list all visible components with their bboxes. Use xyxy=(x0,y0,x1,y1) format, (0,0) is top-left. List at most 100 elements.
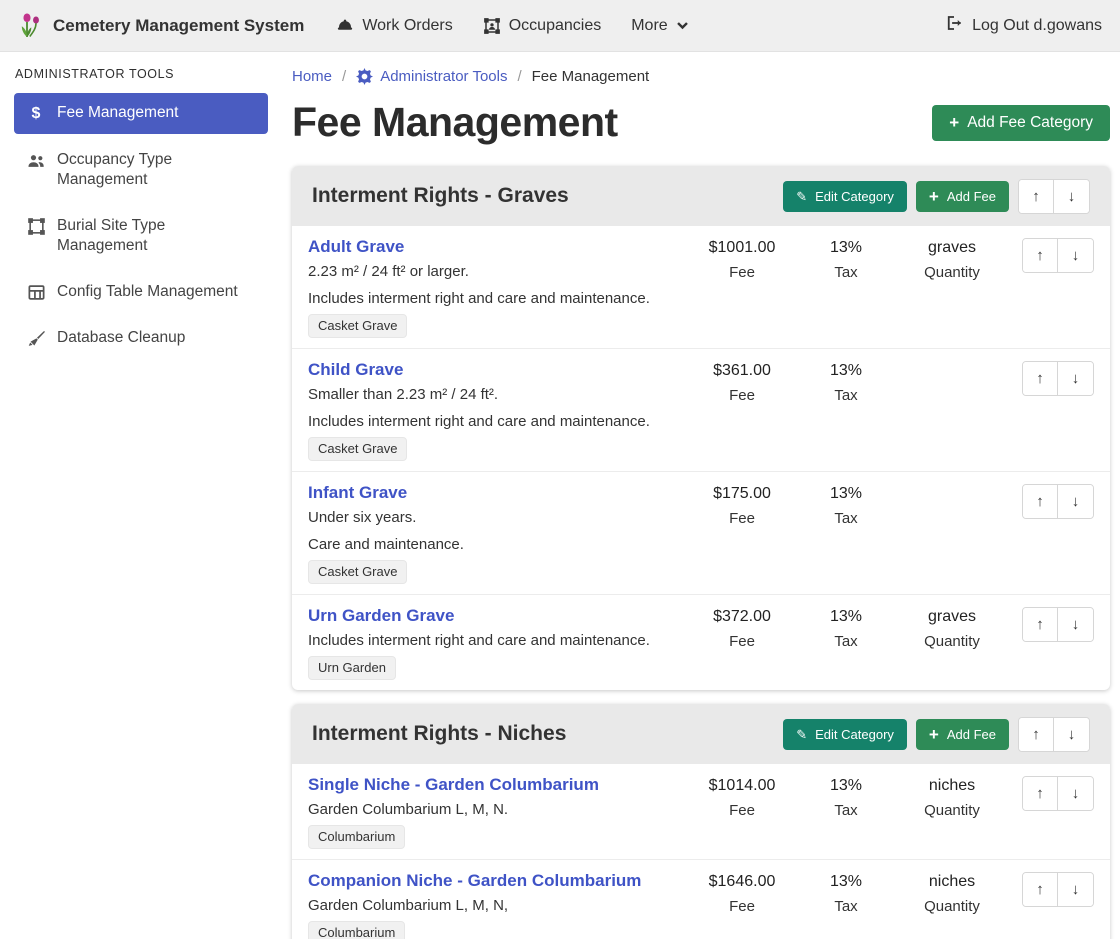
sidebar-item-burial-site-type-management[interactable]: Burial Site Type Management xyxy=(14,206,268,266)
fee-type-badge: Casket Grave xyxy=(308,437,407,461)
fee-amount-column: $1014.00 Fee xyxy=(686,774,798,849)
fee-quantity-value: graves xyxy=(894,237,1010,258)
sidebar-item-label: Database Cleanup xyxy=(57,328,185,348)
nav-label: More xyxy=(631,17,667,35)
sidebar-item-occupancy-type-management[interactable]: Occupancy Type Management xyxy=(14,140,268,200)
move-fee-down-button[interactable]: ↓ xyxy=(1058,873,1093,906)
fee-row: Single Niche - Garden Columbarium Garden… xyxy=(292,764,1110,859)
fee-quantity-value: niches xyxy=(894,775,1010,796)
fee-tax-value: 13% xyxy=(798,775,894,796)
plus-icon: + xyxy=(929,728,939,741)
fee-quantity-column: graves Quantity xyxy=(894,605,1010,680)
category-header: Interment Rights - Niches ✎ Edit Categor… xyxy=(292,704,1110,764)
breadcrumb-separator: / xyxy=(517,68,521,85)
chevron-down-icon xyxy=(676,19,689,32)
fee-amount-value: $1014.00 xyxy=(686,775,798,796)
top-navbar: Cemetery Management System Work Orders xyxy=(0,0,1120,52)
fee-tax-label: Tax xyxy=(798,801,894,820)
fee-tax-label: Tax xyxy=(798,897,894,916)
fee-category-card: Interment Rights - Niches ✎ Edit Categor… xyxy=(292,704,1110,939)
categories: Interment Rights - Graves ✎ Edit Categor… xyxy=(292,166,1110,939)
breadcrumb-admin-tools-label: Administrator Tools xyxy=(380,68,507,85)
fee-description-line1: Smaller than 2.23 m² / 24 ft². xyxy=(308,385,686,404)
fee-quantity-column xyxy=(894,359,1010,461)
move-fee-up-button[interactable]: ↑ xyxy=(1023,777,1058,810)
nav-work-orders[interactable]: Work Orders xyxy=(336,17,452,35)
move-fee-up-button[interactable]: ↑ xyxy=(1023,239,1058,272)
fee-tax-column: 13% Tax xyxy=(798,482,894,584)
logout-icon xyxy=(945,14,963,37)
fee-amount-label: Fee xyxy=(686,801,798,820)
fee-reorder-group: ↑ ↓ xyxy=(1022,607,1094,642)
logout-button[interactable]: Log Out d.gowans xyxy=(945,14,1102,37)
move-category-up-button[interactable]: ↑ xyxy=(1019,180,1054,213)
move-category-down-button[interactable]: ↓ xyxy=(1054,180,1089,213)
fee-tax-value: 13% xyxy=(798,237,894,258)
move-fee-up-button[interactable]: ↑ xyxy=(1023,485,1058,518)
plus-icon: + xyxy=(929,190,939,203)
fee-tax-column: 13% Tax xyxy=(798,870,894,939)
gear-icon xyxy=(356,68,373,85)
pencil-icon: ✎ xyxy=(796,190,807,203)
add-fee-button[interactable]: + Add Fee xyxy=(916,181,1009,212)
move-fee-up-button[interactable]: ↑ xyxy=(1023,873,1058,906)
fee-name-link[interactable]: Single Niche - Garden Columbarium xyxy=(308,774,599,796)
fee-name-link[interactable]: Child Grave xyxy=(308,359,403,381)
move-fee-up-button[interactable]: ↑ xyxy=(1023,608,1058,641)
fee-name-link[interactable]: Adult Grave xyxy=(308,236,404,258)
fee-tax-value: 13% xyxy=(798,606,894,627)
broom-icon xyxy=(26,329,46,348)
breadcrumb-home-link[interactable]: Home xyxy=(292,68,332,85)
move-category-down-button[interactable]: ↓ xyxy=(1054,718,1089,751)
nav-label: Work Orders xyxy=(362,17,452,35)
fee-name-link[interactable]: Companion Niche - Garden Columbarium xyxy=(308,870,641,892)
fee-description-line1: Under six years. xyxy=(308,508,686,527)
fee-type-badge: Casket Grave xyxy=(308,560,407,584)
edit-category-label: Edit Category xyxy=(815,727,894,742)
fee-category-card: Interment Rights - Graves ✎ Edit Categor… xyxy=(292,166,1110,690)
portrait-frame-icon xyxy=(483,17,501,35)
fee-amount-label: Fee xyxy=(686,263,798,282)
breadcrumb-admin-tools-link[interactable]: Administrator Tools xyxy=(356,68,507,85)
sidebar-item-label: Config Table Management xyxy=(57,282,238,302)
breadcrumb-separator: / xyxy=(342,68,346,85)
move-category-up-button[interactable]: ↑ xyxy=(1019,718,1054,751)
move-fee-down-button[interactable]: ↓ xyxy=(1058,362,1093,395)
nav-occupancies[interactable]: Occupancies xyxy=(483,17,602,35)
fee-reorder-group: ↑ ↓ xyxy=(1022,238,1094,273)
fee-tax-column: 13% Tax xyxy=(798,605,894,680)
page-title: Fee Management xyxy=(292,99,618,146)
sidebar-item-config-table-management[interactable]: Config Table Management xyxy=(14,272,268,312)
fee-quantity-column xyxy=(894,482,1010,584)
move-fee-down-button[interactable]: ↓ xyxy=(1058,485,1093,518)
hard-hat-icon xyxy=(336,17,354,35)
fee-amount-value: $361.00 xyxy=(686,360,798,381)
add-fee-category-label: Add Fee Category xyxy=(967,114,1093,132)
move-fee-down-button[interactable]: ↓ xyxy=(1058,777,1093,810)
add-fee-category-button[interactable]: + Add Fee Category xyxy=(932,105,1110,141)
move-fee-up-button[interactable]: ↑ xyxy=(1023,362,1058,395)
fee-tax-column: 13% Tax xyxy=(798,359,894,461)
edit-category-button[interactable]: ✎ Edit Category xyxy=(783,181,907,212)
app-brand[interactable]: Cemetery Management System xyxy=(18,11,304,41)
fee-name-link[interactable]: Infant Grave xyxy=(308,482,407,504)
fee-name-link[interactable]: Urn Garden Grave xyxy=(308,605,454,627)
nav-more[interactable]: More xyxy=(631,17,688,35)
fee-type-badge: Columbarium xyxy=(308,825,405,849)
breadcrumb-current: Fee Management xyxy=(532,68,650,85)
dollar-icon: $ xyxy=(26,104,46,124)
add-fee-button[interactable]: + Add Fee xyxy=(916,719,1009,750)
fee-tax-label: Tax xyxy=(798,509,894,528)
fee-description-line2: Care and maintenance. xyxy=(308,535,686,554)
move-fee-down-button[interactable]: ↓ xyxy=(1058,608,1093,641)
tulips-icon xyxy=(18,11,44,41)
category-header: Interment Rights - Graves ✎ Edit Categor… xyxy=(292,166,1110,226)
sidebar-item-database-cleanup[interactable]: Database Cleanup xyxy=(14,318,268,358)
move-fee-down-button[interactable]: ↓ xyxy=(1058,239,1093,272)
category-reorder-group: ↑ ↓ xyxy=(1018,179,1090,214)
sidebar-item-fee-management[interactable]: $ Fee Management xyxy=(14,93,268,134)
edit-category-button[interactable]: ✎ Edit Category xyxy=(783,719,907,750)
fee-row: Adult Grave 2.23 m² / 24 ft² or larger. … xyxy=(292,226,1110,348)
category-title: Interment Rights - Niches xyxy=(312,722,566,746)
fee-reorder-group: ↑ ↓ xyxy=(1022,776,1094,811)
